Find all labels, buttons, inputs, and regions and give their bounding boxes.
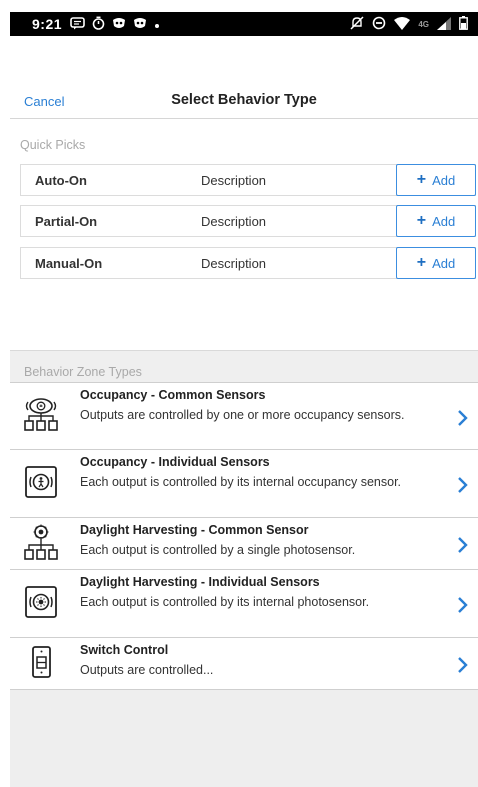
plus-icon: + <box>416 212 427 229</box>
chevron-right-icon <box>456 656 470 674</box>
quick-pick-name: Partial-On <box>35 214 98 229</box>
switch-control-icon <box>20 644 64 684</box>
screen: 9:21 4G Cancel Select Behavior Type Quic… <box>10 12 478 787</box>
quick-pick-name: Manual-On <box>35 256 103 271</box>
add-label: Add <box>432 255 456 271</box>
plus-icon: + <box>416 254 427 271</box>
zone-types-header: Behavior Zone Types <box>10 350 478 383</box>
zone-description: Each output is controlled by a single ph… <box>80 543 356 557</box>
quick-pick-description: Description <box>201 256 267 271</box>
zone-switch-control[interactable]: Switch Control Outputs are controlled... <box>10 638 478 690</box>
add-manual-on-button[interactable]: + Add <box>396 247 476 279</box>
zone-title: Occupancy - Individual Sensors <box>80 455 270 469</box>
zone-title: Daylight Harvesting - Common Sensor <box>80 523 309 537</box>
zone-description: Each output is controlled by its interna… <box>80 595 370 609</box>
status-bar: 9:21 4G <box>10 12 478 36</box>
do-not-disturb-icon <box>372 16 386 32</box>
zone-title: Switch Control <box>80 643 169 657</box>
battery-icon <box>459 16 468 32</box>
message-icon <box>70 16 85 32</box>
zone-description: Each output is controlled by its interna… <box>80 475 402 489</box>
quick-pick-manual-on: Manual-On Description + Add <box>20 247 476 279</box>
quick-pick-name: Auto-On <box>35 173 87 188</box>
occupancy-common-sensors-icon <box>20 397 64 437</box>
chevron-right-icon <box>456 476 470 494</box>
chevron-right-icon <box>456 536 470 554</box>
occupancy-individual-sensor-icon <box>20 464 64 504</box>
dot-icon <box>154 18 160 31</box>
zone-description: Outputs are controlled by one or more oc… <box>80 408 405 422</box>
timer-icon <box>92 16 105 32</box>
network-type: 4G <box>418 19 429 29</box>
chevron-right-icon <box>456 596 470 614</box>
empty-area <box>10 690 478 787</box>
daylight-individual-sensor-icon <box>20 584 64 624</box>
zone-occupancy-common-sensors[interactable]: Occupancy - Common Sensors Outputs are c… <box>10 382 478 450</box>
app-notification-icon <box>112 17 126 32</box>
mute-icon <box>350 16 364 32</box>
zone-description: Outputs are controlled... <box>80 663 214 677</box>
plus-icon: + <box>416 171 427 188</box>
quick-pick-description: Description <box>201 173 267 188</box>
add-label: Add <box>432 213 456 229</box>
zone-occupancy-individual-sensors[interactable]: Occupancy - Individual Sensors Each outp… <box>10 450 478 518</box>
app-notification-icon-2 <box>133 17 147 32</box>
quick-pick-auto-on: Auto-On Description + Add <box>20 164 476 196</box>
zone-title: Daylight Harvesting - Individual Sensors <box>80 575 320 589</box>
quick-pick-description: Description <box>201 214 267 229</box>
zone-daylight-common-sensor[interactable]: Daylight Harvesting - Common Sensor Each… <box>10 518 478 570</box>
daylight-common-sensor-icon <box>20 524 64 564</box>
add-label: Add <box>432 172 456 188</box>
chevron-right-icon <box>456 409 470 427</box>
add-auto-on-button[interactable]: + Add <box>396 164 476 196</box>
zone-title: Occupancy - Common Sensors <box>80 388 266 402</box>
add-partial-on-button[interactable]: + Add <box>396 205 476 237</box>
wifi-icon <box>394 16 411 32</box>
quick-pick-partial-on: Partial-On Description + Add <box>20 205 476 237</box>
quick-picks-label: Quick Picks <box>20 138 86 152</box>
zone-types-label: Behavior Zone Types <box>24 365 142 379</box>
status-time: 9:21 <box>32 16 63 32</box>
page-title: Select Behavior Type <box>171 92 317 108</box>
zone-daylight-individual-sensors[interactable]: Daylight Harvesting - Individual Sensors… <box>10 570 478 638</box>
header: Cancel Select Behavior Type <box>10 90 478 119</box>
signal-icon <box>437 16 451 32</box>
